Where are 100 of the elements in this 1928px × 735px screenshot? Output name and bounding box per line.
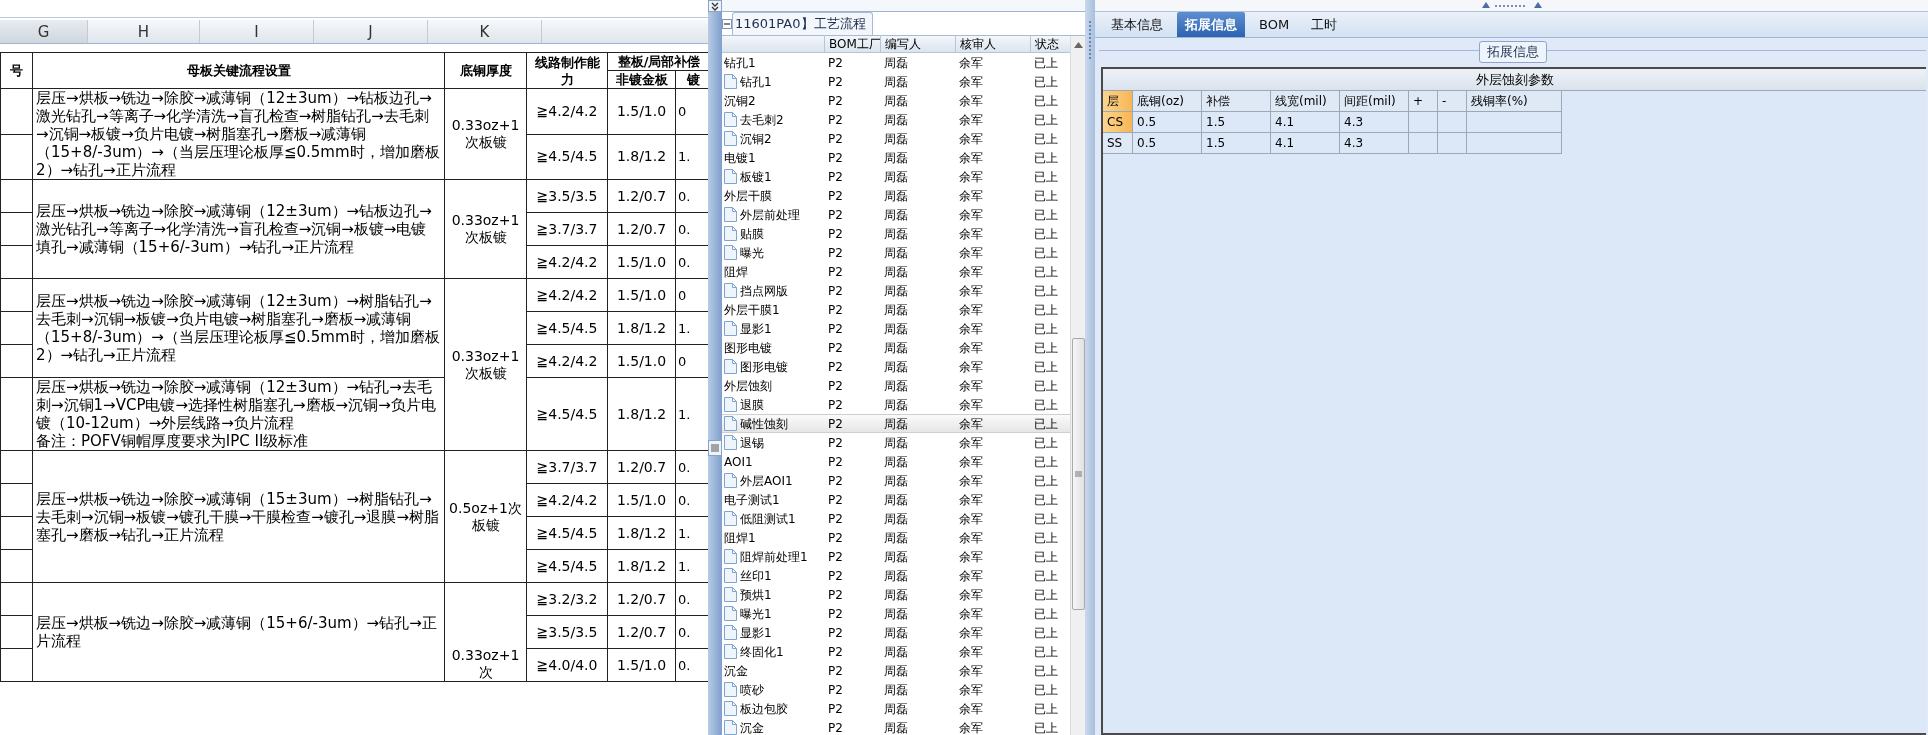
- column-header[interactable]: 残铜率(%): [1467, 90, 1562, 112]
- tree-row[interactable]: 显影1 P2 周磊 余军 已上: [722, 319, 1070, 338]
- reviewer-text: 余军: [958, 187, 984, 205]
- tree-row[interactable]: 显影1 P2 周磊 余军 已上: [722, 623, 1070, 642]
- tree-row[interactable]: 外层AOI1 P2 周磊 余军 已上: [722, 471, 1070, 490]
- empty-cell: [1438, 132, 1467, 154]
- factory-text: P2: [827, 567, 844, 585]
- reviewer-text: 余军: [958, 548, 984, 566]
- scrollbar-thumb[interactable]: [1071, 338, 1085, 610]
- flow-text: 层压→烘板→铣边→除胶→减薄铜（15±3um）→树脂钻孔→去毛刺→沉铜→板镀→镀孔干膜→干膜检查→镀孔→退膜→树脂塞孔→磨板→钻孔→正片流程: [36, 489, 440, 544]
- table-cell: 1.2/0.7: [607, 179, 676, 213]
- factory-text: P2: [827, 149, 844, 167]
- splitter-grip-icon[interactable]: [1481, 0, 1542, 8]
- tree-row[interactable]: 阻焊 P2 周磊 余军 已上: [722, 262, 1070, 281]
- table-cell: 1.5/1.0: [607, 245, 676, 279]
- tree-row[interactable]: 钻孔1 P2 周磊 余军 已上: [722, 72, 1070, 91]
- tree-row[interactable]: 贴膜 P2 周磊 余军 已上: [722, 224, 1070, 243]
- tree-row[interactable]: 曝光 P2 周磊 余军 已上: [722, 243, 1070, 262]
- panel-title-tab[interactable]: 11601PA0】工艺流程: [732, 11, 873, 35]
- factory-text: P2: [827, 529, 844, 547]
- tree-row[interactable]: 沉金 P2 周磊 余军 已上: [722, 661, 1070, 680]
- tree-row[interactable]: 退膜 P2 周磊 余军 已上: [722, 395, 1070, 414]
- reviewer-text: 余军: [958, 149, 984, 167]
- grip-icon[interactable]: [1087, 20, 1093, 60]
- factory-text: P2: [827, 358, 844, 376]
- scroll-up-icon[interactable]: [1073, 42, 1083, 48]
- tab[interactable]: 拓展信息: [1177, 11, 1245, 37]
- tree-row[interactable]: 沉金 P2 周磊 余军 已上: [722, 718, 1070, 735]
- column-header[interactable]: H: [88, 20, 200, 43]
- tree-row[interactable]: 去毛刺2 P2 周磊 余军 已上: [722, 110, 1070, 129]
- tree-row[interactable]: 外层干膜1 P2 周磊 余军 已上: [722, 300, 1070, 319]
- factory-text: P2: [827, 700, 844, 718]
- factory-text: P2: [827, 244, 844, 262]
- collapse-button[interactable]: [708, 0, 722, 12]
- tree-row[interactable]: 低阻测试1 P2 周磊 余军 已上: [722, 509, 1070, 528]
- tree-row[interactable]: 板边包胶 P2 周磊 余军 已上: [722, 699, 1070, 718]
- status-text: 已上: [1033, 377, 1059, 395]
- splitter-handle[interactable]: [708, 440, 722, 456]
- column-header[interactable]: 间距(mil): [1340, 90, 1409, 112]
- column-header[interactable]: J: [314, 20, 428, 43]
- tree-row[interactable]: 板镀1 P2 周磊 余军 已上: [722, 167, 1070, 186]
- column-header[interactable]: +: [1409, 90, 1438, 112]
- tree-row[interactable]: 碱性蚀刻 P2 周磊 余军 已上: [722, 414, 1070, 433]
- column-header[interactable]: -: [1438, 90, 1467, 112]
- tree-row[interactable]: 外层干膜 P2 周磊 余军 已上: [722, 186, 1070, 205]
- note-text: 备注：POFV铜帽厚度要求为IPC II级标准: [36, 432, 310, 450]
- step-name: 显影1: [740, 320, 772, 338]
- collapse-panel-button[interactable]: [722, 19, 732, 29]
- tree-row[interactable]: 曝光1 P2 周磊 余军 已上: [722, 604, 1070, 623]
- factory-text: P2: [827, 605, 844, 623]
- factory-text: P2: [827, 491, 844, 509]
- status-text: 已上: [1033, 92, 1059, 110]
- tab[interactable]: 基本信息: [1103, 11, 1171, 37]
- status-text: 已上: [1033, 491, 1059, 509]
- reviewer-text: 余军: [958, 529, 984, 547]
- writer-text: 周磊: [883, 54, 909, 72]
- column-header[interactable]: 核审人: [955, 35, 1030, 53]
- tree-row[interactable]: 退锡 P2 周磊 余军 已上: [722, 433, 1070, 452]
- column-header[interactable]: I: [200, 20, 314, 43]
- tree-row[interactable]: 阻焊前处理1 P2 周磊 余军 已上: [722, 547, 1070, 566]
- status-text: 已上: [1033, 529, 1059, 547]
- column-header[interactable]: 层: [1103, 90, 1133, 112]
- tree-row[interactable]: 外层蚀刻 P2 周磊 余军 已上: [722, 376, 1070, 395]
- row-header[interactable]: CS: [1103, 111, 1133, 133]
- tree-row[interactable]: 钻孔1 P2 周磊 余军 已上: [722, 53, 1070, 72]
- tree-row[interactable]: 喷砂 P2 周磊 余军 已上: [722, 680, 1070, 699]
- column-header[interactable]: BOM工厂: [824, 35, 880, 53]
- tree-row[interactable]: 图形电镀 P2 周磊 余军 已上: [722, 357, 1070, 376]
- status-text: 已上: [1033, 73, 1059, 91]
- document-icon: [724, 549, 737, 564]
- tree-row[interactable]: 阻焊1 P2 周磊 余军 已上: [722, 528, 1070, 547]
- flow-text: 层压→烘板→铣边→除胶→减薄铜（12±3um）→钻孔→去毛刺→沉铜1→VCP电镀→选择性树脂塞孔→磨板→沉铜→负片电镀（10-12um）→外层线路→负片流程: [36, 378, 437, 432]
- reviewer-text: 余军: [958, 206, 984, 224]
- tree-row[interactable]: 沉铜2 P2 周磊 余军 已上: [722, 91, 1070, 110]
- tab[interactable]: BOM: [1251, 11, 1298, 37]
- writer-text: 周磊: [883, 396, 909, 414]
- tree-row[interactable]: 挡点网版 P2 周磊 余军 已上: [722, 281, 1070, 300]
- column-header[interactable]: 线宽(mil): [1271, 90, 1340, 112]
- status-text: 已上: [1033, 206, 1059, 224]
- factory-text: P2: [827, 586, 844, 604]
- tree-row[interactable]: 图形电镀 P2 周磊 余军 已上: [722, 338, 1070, 357]
- empty-cell: [1438, 111, 1467, 133]
- tab[interactable]: 工时: [1303, 11, 1346, 37]
- column-header[interactable]: 补偿: [1202, 90, 1271, 112]
- tree-row[interactable]: 电镀1 P2 周磊 余军 已上: [722, 148, 1070, 167]
- tree-row[interactable]: AOI1 P2 周磊 余军 已上: [722, 452, 1070, 471]
- row-header[interactable]: SS: [1103, 132, 1133, 154]
- column-header[interactable]: 状态: [1030, 35, 1067, 53]
- reviewer-text: 余军: [958, 434, 984, 452]
- column-header[interactable]: 编写人: [880, 35, 955, 53]
- tree-row[interactable]: 终固化1 P2 周磊 余军 已上: [722, 642, 1070, 661]
- tree-row[interactable]: 外层前处理 P2 周磊 余军 已上: [722, 205, 1070, 224]
- tree-row[interactable]: 电子测试1 P2 周磊 余军 已上: [722, 490, 1070, 509]
- column-header[interactable]: 底铜(oz): [1133, 90, 1202, 112]
- tree-row[interactable]: 沉铜2 P2 周磊 余军 已上: [722, 129, 1070, 148]
- column-header[interactable]: G: [0, 20, 88, 43]
- tree-row[interactable]: 丝印1 P2 周磊 余军 已上: [722, 566, 1070, 585]
- writer-text: 周磊: [883, 263, 909, 281]
- tree-row[interactable]: 预烘1 P2 周磊 余军 已上: [722, 585, 1070, 604]
- column-header[interactable]: K: [428, 20, 542, 43]
